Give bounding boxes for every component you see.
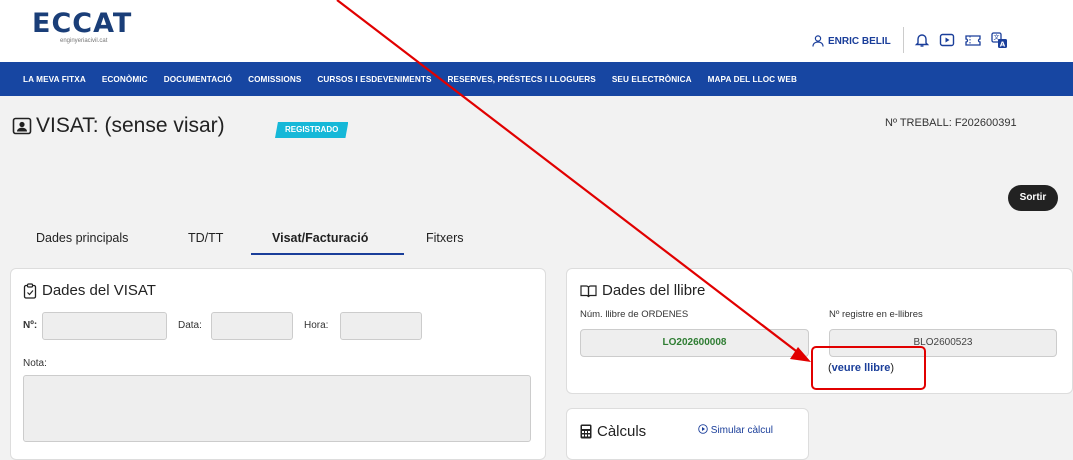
ordenes-label: Núm. llibre de ORDENES [580, 309, 689, 320]
svg-text:A: A [1000, 40, 1006, 48]
visat-card-title: Dades del VISAT [23, 282, 156, 299]
book-icon [580, 284, 597, 297]
nav-item-cursos[interactable]: CURSOS I ESDEVENIMENTS [317, 75, 431, 84]
id-card-icon [12, 117, 32, 135]
svg-text:文: 文 [993, 33, 999, 41]
nav-item-fitxa[interactable]: LA MEVA FITXA [23, 75, 86, 84]
user-menu[interactable]: ENRIC BELIL [812, 35, 891, 47]
hora-input[interactable] [340, 312, 422, 340]
data-input[interactable] [211, 312, 293, 340]
nav-item-seu[interactable]: SEU ELECTRÒNICA [612, 75, 692, 84]
llibre-title-text: Dades del llibre [602, 282, 706, 299]
calculator-icon [580, 424, 592, 439]
visat-title-text: Dades del VISAT [42, 282, 156, 299]
ordenes-value: LO202600008 [580, 329, 809, 357]
nav-item-comissions[interactable]: COMISSIONS [248, 75, 301, 84]
nota-label: Nota: [23, 358, 47, 369]
num-label: Nº: [23, 320, 38, 331]
bell-icon[interactable] [914, 32, 930, 48]
simular-calcul-button[interactable]: Simular càlcul [698, 424, 773, 436]
calculs-title-text: Càlculs [597, 423, 647, 440]
registre-label: Nº registre en e-llibres [829, 309, 923, 320]
nav-item-reserves[interactable]: RESERVES, PRÉSTECS I LLOGUERS [448, 75, 596, 84]
tab-dades-principals[interactable]: Dades principals [36, 231, 128, 245]
nav-item-economic[interactable]: ECONÒMIC [102, 75, 148, 84]
user-name: ENRIC BELIL [828, 35, 891, 47]
active-tab-indicator [251, 253, 404, 255]
person-icon [812, 35, 824, 47]
data-label: Data: [178, 320, 202, 331]
hora-label: Hora: [304, 320, 329, 331]
header-icons: A文 [903, 27, 1008, 53]
sortir-button[interactable]: Sortir [1008, 185, 1058, 211]
num-input[interactable] [42, 312, 167, 340]
tab-td-tt[interactable]: TD/TT [188, 231, 223, 245]
clipboard-icon [23, 282, 37, 299]
status-badge: REGISTRADO [275, 122, 349, 138]
logo-subtitle: enginyeriacivil.cat [60, 38, 108, 44]
main-nav: LA MEVA FITXA ECONÒMIC DOCUMENTACIÓ COMI… [0, 62, 1073, 96]
highlight-box [811, 346, 926, 390]
ticket-icon[interactable] [964, 32, 982, 48]
llibre-card-title: Dades del llibre [580, 282, 705, 299]
tab-visat-facturacio[interactable]: Visat/Facturació [272, 231, 368, 245]
page-title: VISAT: (sense visar) [36, 114, 225, 137]
translate-icon[interactable]: A文 [991, 31, 1008, 49]
play-circle-icon [698, 424, 708, 434]
nav-item-documentacio[interactable]: DOCUMENTACIÓ [164, 75, 232, 84]
nota-textarea[interactable] [23, 375, 531, 442]
play-icon[interactable] [939, 32, 955, 48]
eccat-logo[interactable]: ECCAT [32, 8, 132, 39]
treball-number: Nº TREBALL: F202600391 [885, 117, 1017, 129]
tab-fitxers[interactable]: Fitxers [426, 231, 464, 245]
nav-item-mapa[interactable]: MAPA DEL LLOC WEB [708, 75, 797, 84]
calculs-card-title: Càlculs [580, 423, 646, 440]
simular-label: Simular càlcul [710, 425, 774, 436]
